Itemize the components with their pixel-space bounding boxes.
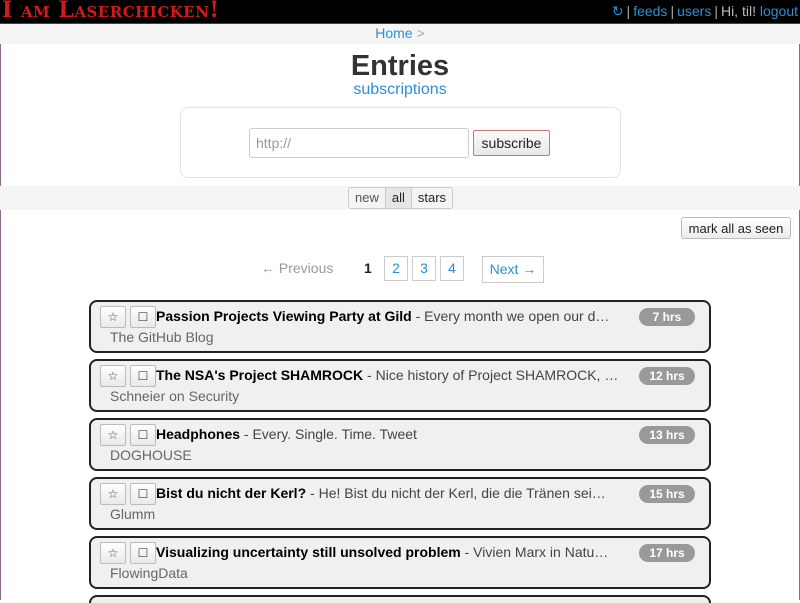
pagination-page-2[interactable]: 2 <box>384 256 408 281</box>
entry-summary: He! Bist du nicht der Kerl, die die Trän… <box>318 485 606 501</box>
top-bar: I am Laserchicken! ↻ | feeds | users | Hi, til… <box>0 0 800 24</box>
entry-separator: - <box>460 544 474 560</box>
entry-headline: Visualizing uncertainty still unsolved p… <box>156 543 624 561</box>
entry-item[interactable]: ☆ ☐ Headphones - Every. Single. Time. Tw… <box>89 418 711 471</box>
star-icon[interactable]: ☆ <box>100 483 126 505</box>
star-icon[interactable]: ☆ <box>100 424 126 446</box>
entry-title-link[interactable]: The NSA's Project SHAMROCK <box>156 367 363 383</box>
entry-age-badge: 15 hrs <box>639 485 695 503</box>
pagination-next[interactable]: Next → <box>482 256 544 283</box>
entry-headline: Headphones - Every. Single. Time. Tweet <box>156 425 624 443</box>
nav-separator: | <box>670 3 675 19</box>
mark-seen-checkbox-icon[interactable]: ☐ <box>130 542 156 564</box>
entry-headline: Bist du nicht der Kerl? - He! Bist du ni… <box>156 484 624 502</box>
pagination-page-3[interactable]: 3 <box>412 256 436 281</box>
entry-age-badge: 12 hrs <box>639 367 695 385</box>
logout-link[interactable]: logout <box>760 3 798 19</box>
entry-item[interactable]: ☆ ☐ Passion Projects Viewing Party at Gi… <box>89 300 711 353</box>
entry-separator: - <box>411 308 425 324</box>
star-icon[interactable]: ☆ <box>100 365 126 387</box>
pagination-previous: ← Previous <box>261 260 334 276</box>
entry-item[interactable]: ☆ ☐ Bist du nicht der Kerl? - He! Bist d… <box>89 477 711 530</box>
entry-summary: Every. Single. Time. Tweet <box>252 426 417 442</box>
entry-age-badge: 13 hrs <box>639 426 695 444</box>
pagination-current-page: 1 <box>364 260 372 276</box>
refresh-icon[interactable]: ↻ <box>612 3 624 19</box>
entry-age-badge: 17 hrs <box>639 544 695 562</box>
breadcrumb-home-link[interactable]: Home <box>375 25 412 41</box>
entry-summary: Every month we open our d… <box>424 308 610 324</box>
entry-title-link[interactable]: Bist du nicht der Kerl? <box>156 485 306 501</box>
nav-users-link[interactable]: users <box>677 3 711 19</box>
entry-title-link[interactable]: Headphones <box>156 426 240 442</box>
entry-separator: - <box>363 367 376 383</box>
pagination: ← Previous 1 2 3 4 Next → <box>0 256 800 284</box>
entry-separator: - <box>240 426 253 442</box>
nav-feeds-link[interactable]: feeds <box>633 3 667 19</box>
page-title: Entries <box>350 50 450 82</box>
entry-age-badge: 7 hrs <box>639 308 695 326</box>
entry-item-partial <box>89 595 711 603</box>
entry-feed-name: Glumm <box>110 506 156 522</box>
entry-feed-name: The GitHub Blog <box>110 329 214 345</box>
mark-all-seen-button[interactable]: mark all as seen <box>681 217 791 239</box>
user-greeting: Hi, til! <box>720 3 756 19</box>
star-icon[interactable]: ☆ <box>100 542 126 564</box>
filter-stars-button[interactable]: stars <box>411 188 453 208</box>
entry-title-link[interactable]: Passion Projects Viewing Party at Gild <box>156 308 412 324</box>
filter-new-button[interactable]: new <box>349 188 386 208</box>
mark-seen-checkbox-icon[interactable]: ☐ <box>130 365 156 387</box>
subscriptions-link[interactable]: subscriptions <box>0 81 800 99</box>
filter-all-button[interactable]: all <box>385 188 412 208</box>
nav-separator: | <box>714 3 718 19</box>
entry-separator: - <box>306 485 319 501</box>
brand-logo-link[interactable]: I am Laserchicken! <box>2 0 220 23</box>
filter-button-group: new all stars <box>348 187 454 209</box>
mark-seen-checkbox-icon[interactable]: ☐ <box>130 424 156 446</box>
entry-feed-name: DOGHOUSE <box>110 447 192 463</box>
top-nav: ↻ | feeds | users | Hi, til! logout <box>612 3 798 20</box>
breadcrumb: Home > <box>0 24 800 44</box>
entry-summary: Vivien Marx in Natu… <box>473 544 609 560</box>
entry-item[interactable]: ☆ ☐ Visualizing uncertainty still unsolv… <box>89 536 711 589</box>
subscribe-button[interactable]: subscribe <box>473 130 550 156</box>
mark-seen-checkbox-icon[interactable]: ☐ <box>130 483 156 505</box>
entry-summary: Nice history of Project SHAMROCK, … <box>375 367 619 383</box>
entry-feed-name: Schneier on Security <box>110 388 240 404</box>
entry-feed-name: FlowingData <box>110 565 188 581</box>
feed-url-input[interactable] <box>249 128 469 158</box>
entry-headline: The NSA's Project SHAMROCK - Nice histor… <box>156 366 624 384</box>
entry-list: ☆ ☐ Passion Projects Viewing Party at Gi… <box>89 300 711 603</box>
entry-item[interactable]: ☆ ☐ The NSA's Project SHAMROCK - Nice hi… <box>89 359 711 412</box>
entry-headline: Passion Projects Viewing Party at Gild -… <box>156 307 624 325</box>
star-icon[interactable]: ☆ <box>100 306 126 328</box>
breadcrumb-divider: > <box>416 25 425 41</box>
left-border <box>0 24 1 600</box>
entry-title-link[interactable]: Visualizing uncertainty still unsolved p… <box>156 544 461 560</box>
pagination-page-4[interactable]: 4 <box>440 256 464 281</box>
nav-separator: | <box>626 3 631 19</box>
mark-seen-checkbox-icon[interactable]: ☐ <box>130 306 156 328</box>
